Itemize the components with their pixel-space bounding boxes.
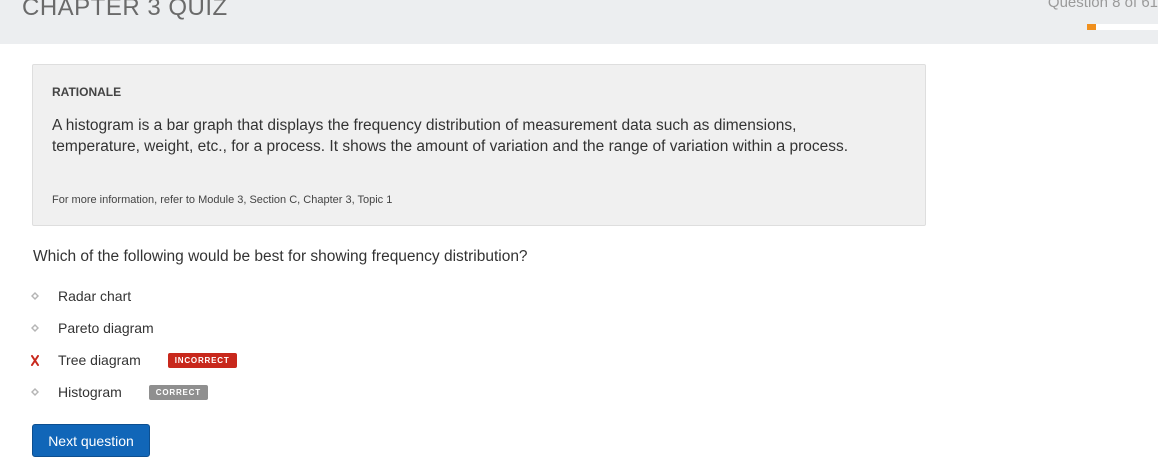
answer-option-pareto-diagram[interactable]: Pareto diagram	[30, 318, 154, 338]
diamond-bullet-icon	[30, 385, 40, 399]
answer-option-label: Tree diagram	[58, 352, 141, 368]
answer-option-label: Radar chart	[58, 288, 132, 304]
rationale-panel: RATIONALE A histogram is a bar graph tha…	[32, 64, 926, 226]
question-text: Which of the following would be best for…	[33, 248, 528, 265]
incorrect-badge: INCORRECT	[167, 352, 237, 368]
rationale-heading: RATIONALE	[52, 85, 122, 99]
rationale-reference: For more information, refer to Module 3,…	[52, 194, 393, 206]
progress-bar-fill	[1087, 24, 1097, 30]
answer-option-histogram[interactable]: Histogram CORRECT	[30, 382, 208, 402]
progress-bar	[1087, 24, 1158, 30]
diamond-bullet-icon	[30, 321, 40, 335]
answer-option-label: Pareto diagram	[58, 320, 154, 336]
answer-option-radar-chart[interactable]: Radar chart	[30, 286, 131, 306]
x-mark-icon	[30, 353, 40, 367]
answer-option-label: Histogram	[58, 384, 122, 400]
diamond-bullet-icon	[30, 289, 40, 303]
correct-badge: CORRECT	[148, 384, 208, 400]
quiz-title: CHAPTER 3 QUIZ	[22, 0, 228, 21]
question-progress-text: Question 8 of 61	[1047, 0, 1158, 11]
rationale-body: A histogram is a bar graph that displays…	[52, 117, 849, 155]
next-question-button[interactable]: Next question	[32, 424, 150, 457]
quiz-header: CHAPTER 3 QUIZ Question 8 of 61	[0, 0, 1158, 44]
answer-option-tree-diagram[interactable]: Tree diagram INCORRECT	[30, 350, 237, 370]
